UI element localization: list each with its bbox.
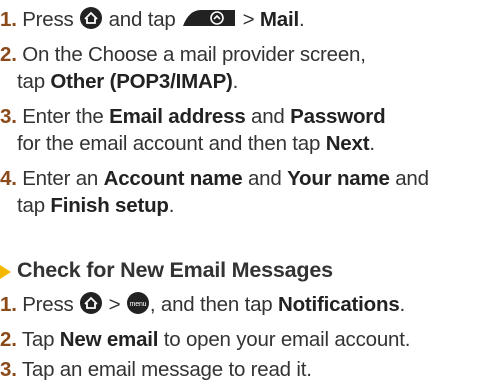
- step-number: 1.: [0, 293, 17, 316]
- step-number: 4.: [0, 167, 17, 190]
- step-number: 3.: [0, 105, 17, 128]
- home-key-icon: [79, 6, 103, 37]
- step-number: 1.: [0, 8, 17, 31]
- menu-key-icon: menu: [126, 291, 150, 322]
- section-heading: Check for New Email Messages: [17, 258, 333, 282]
- step-number: 2.: [0, 328, 17, 351]
- step-number: 3.: [0, 358, 17, 381]
- step-number: 2.: [0, 43, 17, 66]
- home-key-icon: [79, 291, 103, 322]
- svg-text:menu: menu: [130, 301, 147, 308]
- tab-slider-icon: [181, 6, 237, 37]
- section-arrow-icon: [0, 265, 11, 279]
